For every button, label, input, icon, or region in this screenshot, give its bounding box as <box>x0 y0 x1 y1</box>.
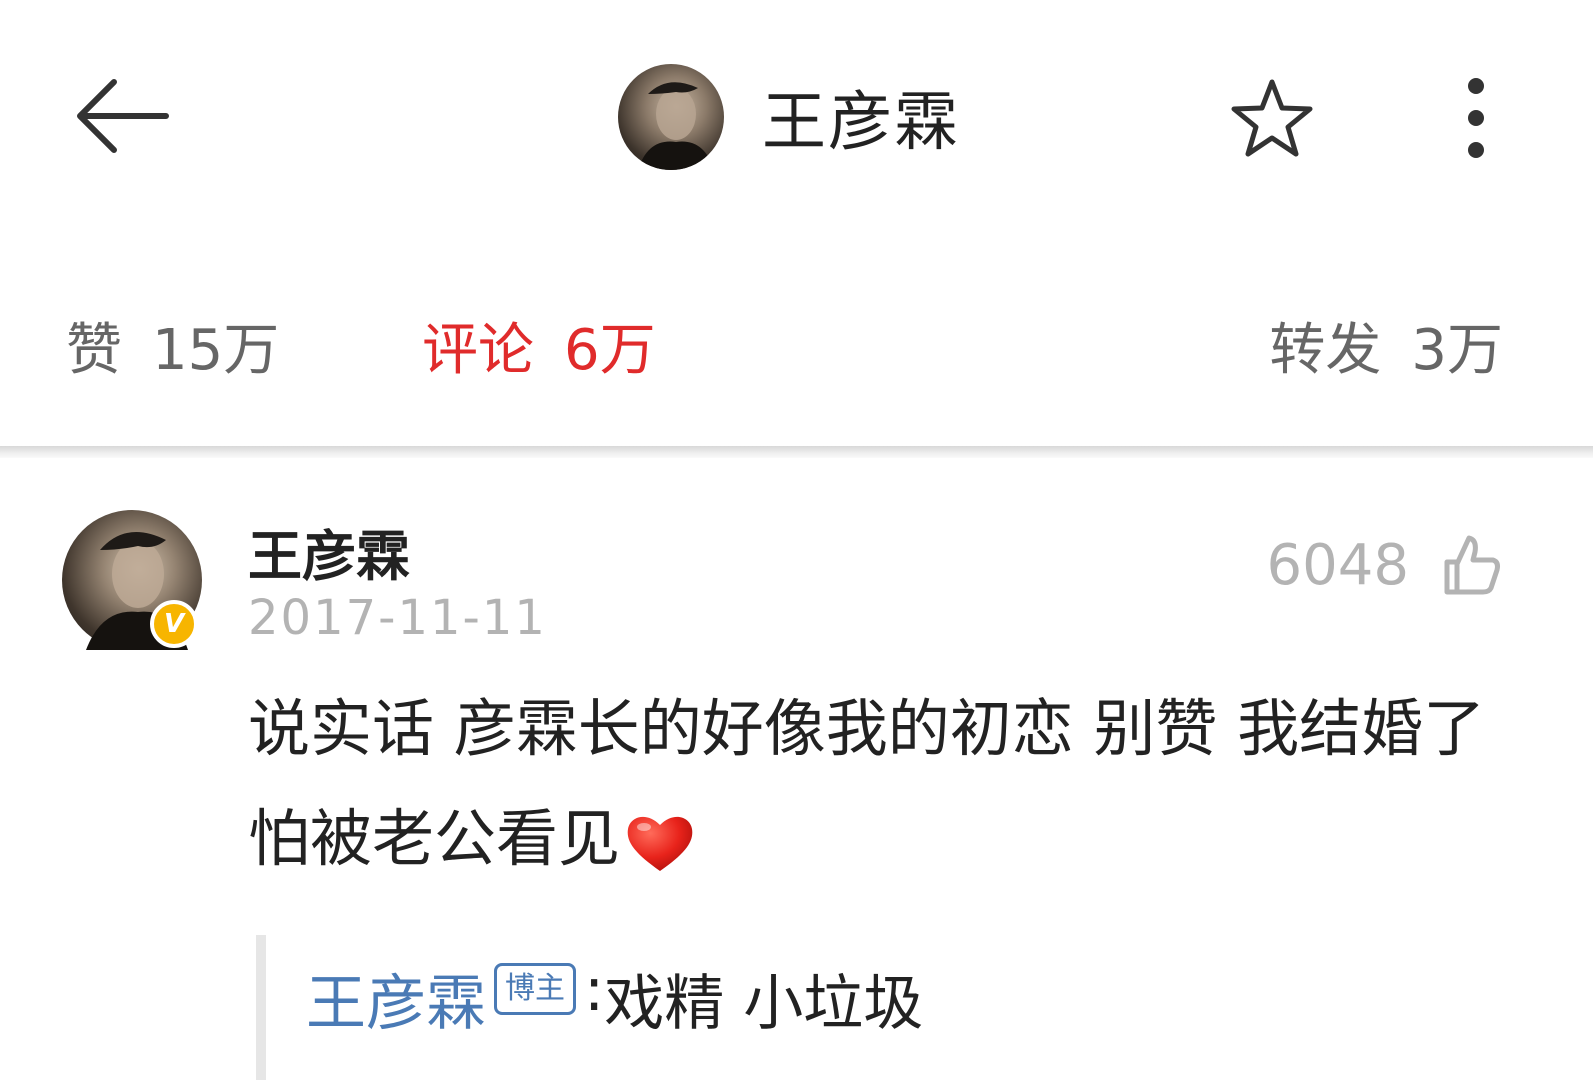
post-stats-bar: 赞 15万 评论 6万 转发 3万 <box>0 300 1593 390</box>
verified-badge-icon: V <box>150 600 198 648</box>
thumbs-up-outline-icon <box>1444 535 1500 595</box>
comment-date: 2017-11-11 <box>248 590 547 646</box>
likes-count: 15万 <box>152 317 280 383</box>
star-outline-icon <box>1231 79 1313 157</box>
top-bar: 王彦霖 <box>0 0 1593 235</box>
comment-text: 说实话 彦霖长的好像我的初恋 别赞 我结婚了 怕被老公看见 <box>248 692 1486 875</box>
reply-text: 戏精 小垃圾 <box>604 969 924 1039</box>
comment-like-count: 6048 <box>1266 532 1409 598</box>
comment-text-block: 说实话 彦霖长的好像我的初恋 别赞 我结婚了 怕被老公看见 <box>248 674 1518 894</box>
reply-separator: : <box>584 955 605 1025</box>
comment-item: V 王彦霖 2017-11-11 6048 说实话 彦霖长的好像我的初恋 别赞 … <box>0 470 1593 1080</box>
op-badge: 博主 <box>494 963 576 1015</box>
reposts-label: 转发 <box>1269 317 1382 383</box>
likes-label: 赞 <box>66 317 122 383</box>
section-divider <box>0 446 1593 458</box>
header-title-group[interactable]: 王彦霖 <box>618 64 960 170</box>
more-vertical-icon <box>1468 78 1484 158</box>
reply-item: 王彦霖 博主 : 戏精 小垃圾 <box>256 935 1546 1080</box>
more-options-button[interactable] <box>1456 74 1496 164</box>
red-heart-icon <box>627 816 693 871</box>
arrow-left-icon <box>77 79 169 153</box>
tab-comments[interactable]: 评论 6万 <box>422 300 656 390</box>
comments-label: 评论 <box>422 317 534 383</box>
weibo-comment-screen: 王彦霖 赞 15万 评论 6万 转发 3万 V 王彦霖 2017-11-11 6… <box>0 0 1593 1080</box>
back-button[interactable] <box>74 78 170 154</box>
reply-author[interactable]: 王彦霖 <box>306 955 486 1042</box>
comment-like-button[interactable]: 6048 <box>1266 530 1501 600</box>
reposts-count: 3万 <box>1411 317 1503 383</box>
comments-count: 6万 <box>564 317 656 383</box>
header-avatar <box>618 64 724 170</box>
tab-likes[interactable]: 赞 15万 <box>66 300 279 390</box>
favorite-button[interactable] <box>1230 76 1314 160</box>
tab-reposts[interactable]: 转发 3万 <box>1269 300 1503 390</box>
commenter-name[interactable]: 王彦霖 <box>248 512 410 591</box>
page-title: 王彦霖 <box>762 86 960 160</box>
